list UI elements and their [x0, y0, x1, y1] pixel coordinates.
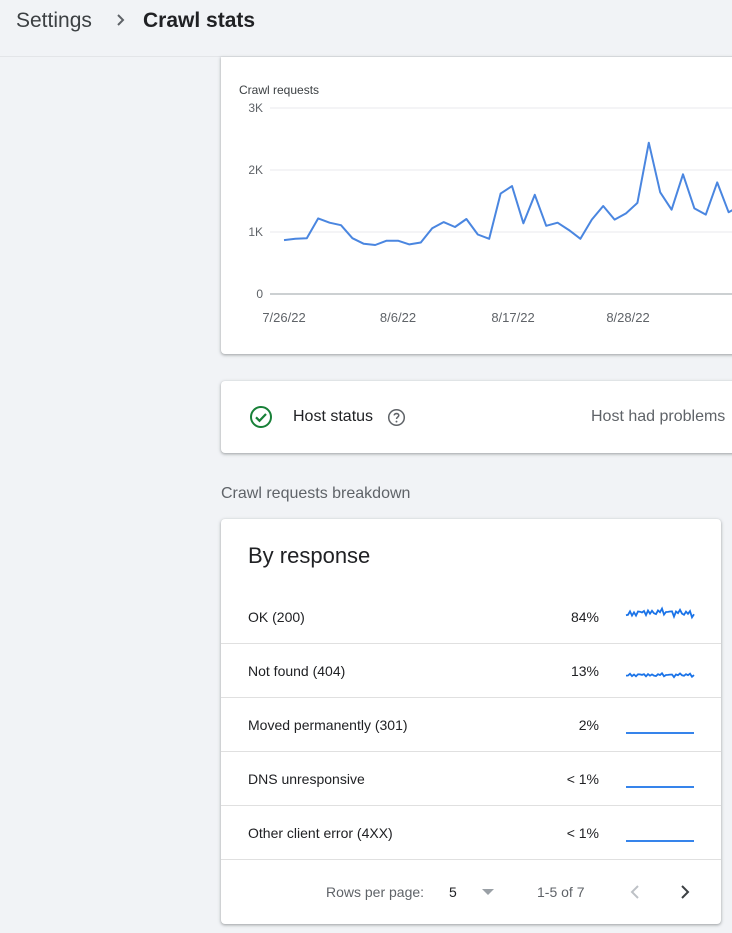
x-tick-label: 7/26/22 — [262, 310, 305, 325]
table-row[interactable]: Not found (404) 13% — [221, 644, 721, 698]
help-icon[interactable] — [387, 408, 406, 427]
table-row[interactable]: Moved permanently (301) 2% — [221, 698, 721, 752]
host-status-card[interactable]: Host status Host had problems — [221, 381, 732, 453]
table-row[interactable]: DNS unresponsive < 1% — [221, 752, 721, 806]
trend-sparkline — [626, 786, 694, 788]
response-type-label: OK (200) — [248, 609, 305, 625]
page-title: Crawl stats — [143, 9, 256, 32]
y-tick-label: 3K — [248, 101, 263, 115]
sparkline-path — [625, 671, 695, 679]
pagination: Rows per page: 5 1-5 of 7 — [221, 860, 721, 924]
trend-sparkline — [626, 840, 694, 842]
trend-sparkline — [625, 606, 695, 620]
response-percent: < 1% — [566, 825, 599, 841]
chevron-right-icon[interactable] — [675, 880, 695, 904]
response-type-label: DNS unresponsive — [248, 771, 365, 787]
y-tick-label: 0 — [256, 287, 263, 301]
trend-sparkline — [626, 732, 694, 734]
breadcrumb: Settings Crawl stats — [0, 0, 732, 57]
response-type-label: Moved permanently (301) — [248, 717, 408, 733]
breakdown-section-title: Crawl requests breakdown — [221, 485, 411, 502]
response-percent: < 1% — [566, 771, 599, 787]
sparkline-path — [625, 606, 695, 620]
by-response-title: By response — [248, 543, 371, 568]
response-type-label: Other client error (4XX) — [248, 825, 393, 841]
breadcrumb-settings-link[interactable]: Settings — [16, 9, 92, 33]
chart-title: Crawl requests — [239, 83, 319, 97]
x-tick-label: 8/28/22 — [606, 310, 649, 325]
check-circle-icon — [250, 406, 272, 428]
crawl-requests-chart-card: Crawl requests 3K 2K 1K 0 7/26/22 8/6/22 8/17/2… — [221, 57, 732, 354]
x-tick-label: 8/17/22 — [491, 310, 534, 325]
rows-per-page-select[interactable]: 5 — [449, 884, 457, 900]
chevron-right-icon — [117, 14, 125, 26]
y-tick-label: 1K — [248, 225, 263, 239]
host-status-label: Host status — [293, 408, 374, 425]
pagination-range: 1-5 of 7 — [537, 884, 585, 900]
host-status-text: Host had problems — [591, 408, 726, 425]
response-percent: 2% — [578, 717, 599, 733]
caret-down-icon[interactable] — [481, 888, 495, 896]
response-percent: 84% — [570, 609, 599, 625]
x-tick-label: 8/6/22 — [380, 310, 416, 325]
table-row[interactable]: OK (200) 84% — [221, 590, 721, 644]
series-line — [283, 141, 732, 246]
rows-per-page-label: Rows per page: — [326, 884, 425, 900]
response-percent: 13% — [570, 663, 599, 679]
table-row[interactable]: Other client error (4XX) < 1% — [221, 806, 721, 860]
by-response-card: By response OK (200) 84% Not found (404)… — [221, 519, 721, 924]
trend-sparkline — [625, 671, 695, 679]
chevron-left-icon[interactable] — [625, 880, 645, 904]
crawl-requests-chart: Crawl requests 3K 2K 1K 0 7/26/22 8/6/22 8/17/2… — [239, 83, 732, 325]
y-tick-label: 2K — [248, 163, 263, 177]
response-type-label: Not found (404) — [248, 663, 346, 679]
